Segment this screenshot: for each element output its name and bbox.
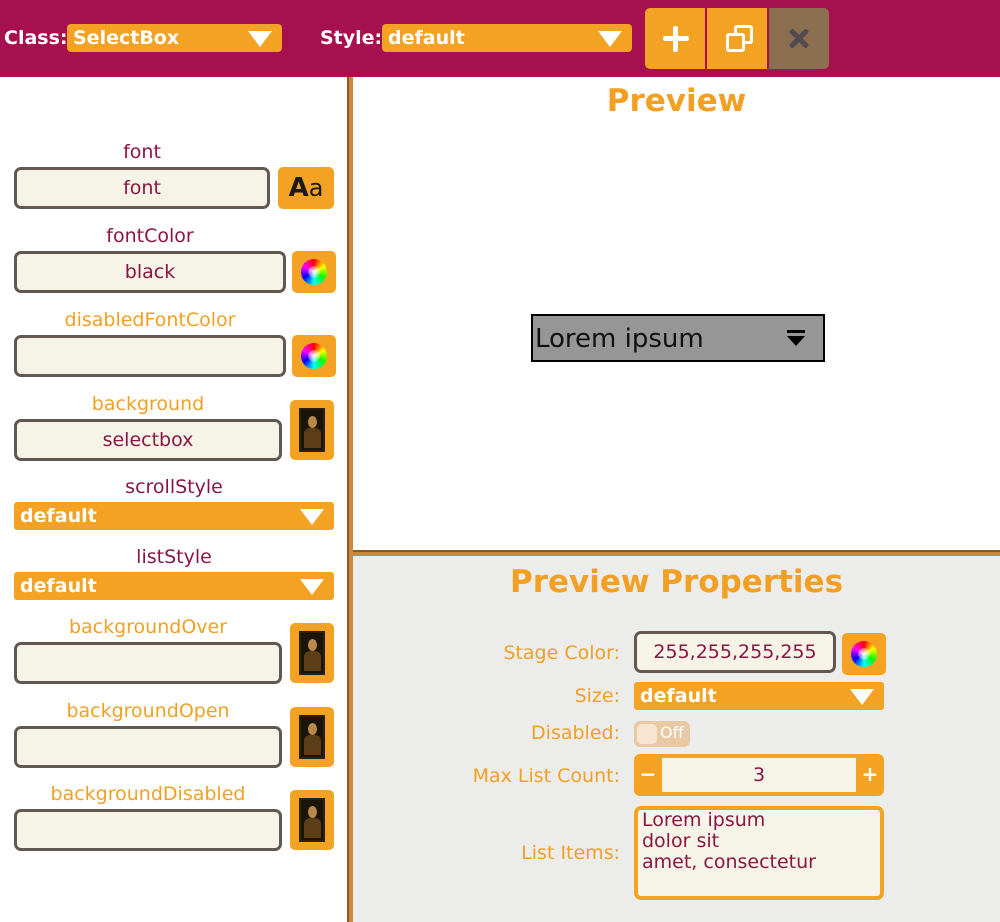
backgroundopen-drawable-button[interactable] [290, 707, 334, 767]
background-field[interactable]: selectbox [14, 419, 282, 461]
disabled-label: Disabled: [531, 722, 620, 744]
chevron-down-icon [300, 509, 324, 525]
backgrounddisabled-label: backgroundDisabled [50, 783, 246, 805]
delete-style-button[interactable] [769, 8, 829, 69]
size-dropdown-value: default [640, 685, 717, 707]
backgrounddisabled-field[interactable] [14, 809, 282, 851]
toolbar: Class: SelectBox Style: default [0, 0, 1000, 77]
preview-selectbox[interactable]: Lorem ipsum [531, 314, 825, 362]
max-list-count-value[interactable]: 3 [662, 758, 856, 792]
class-dropdown[interactable]: SelectBox [67, 24, 282, 52]
chevron-down-icon [300, 579, 324, 595]
scrollstyle-dropdown[interactable]: default [14, 502, 334, 530]
class-label: Class: [4, 27, 68, 49]
liststyle-dropdown[interactable]: default [14, 572, 334, 600]
style-dropdown-value: default [388, 27, 465, 49]
scrollstyle-dropdown-value: default [20, 505, 97, 527]
preview-area: Preview Lorem ipsum [353, 77, 1000, 552]
disabledfontcolor-label: disabledFontColor [64, 309, 236, 331]
drawable-picture-icon [299, 631, 325, 675]
preview-properties-title: Preview Properties [509, 564, 844, 600]
color-wheel-icon [851, 641, 877, 667]
size-dropdown[interactable]: default [634, 682, 884, 710]
drawable-picture-icon [299, 408, 325, 452]
color-wheel-icon [301, 343, 327, 369]
scrollstyle-label: scrollStyle [125, 476, 223, 498]
disabledfontcolor-field[interactable] [14, 335, 286, 377]
list-items-label: List Items: [521, 842, 620, 864]
preview-properties-panel: Preview Properties Stage Color: 255,255,… [353, 556, 1000, 922]
font-icon: Aa [288, 173, 324, 203]
new-style-button[interactable] [645, 8, 705, 69]
liststyle-label: listStyle [136, 546, 212, 568]
toggle-knob [637, 724, 657, 744]
drawable-picture-icon [299, 715, 325, 759]
backgroundopen-field[interactable] [14, 726, 282, 768]
background-label: background [91, 393, 205, 415]
style-properties-panel: font font Aa fontColor black disabledFon… [0, 77, 349, 922]
preview-selectbox-text: Lorem ipsum [535, 324, 704, 354]
backgrounddisabled-drawable-button[interactable] [290, 790, 334, 850]
stage-color-label: Stage Color: [503, 642, 620, 664]
list-item: amet, consectetur [642, 851, 816, 873]
decrement-button[interactable]: − [636, 758, 660, 792]
list-item: dolor sit [642, 830, 720, 852]
backgroundover-field[interactable] [14, 642, 282, 684]
disabled-toggle-state: Off [660, 723, 684, 742]
list-items-textarea[interactable]: Lorem ipsum dolor sit amet, consectetur [634, 806, 884, 900]
background-drawable-button[interactable] [290, 400, 334, 460]
list-item: Lorem ipsum [642, 809, 766, 831]
backgroundover-label: backgroundOver [68, 616, 228, 638]
chevron-down-icon [850, 689, 874, 705]
liststyle-dropdown-value: default [20, 575, 97, 597]
disabled-toggle[interactable]: Off [634, 721, 690, 747]
drawable-picture-icon [299, 798, 325, 842]
disabledfontcolor-picker-button[interactable] [292, 335, 336, 377]
stage-color-picker-button[interactable] [842, 633, 886, 675]
max-list-count-label: Max List Count: [472, 765, 620, 787]
backgroundover-drawable-button[interactable] [290, 623, 334, 683]
chevron-down-icon [248, 31, 272, 47]
stage-color-field[interactable]: 255,255,255,255 [634, 631, 836, 673]
duplicate-style-button[interactable] [707, 8, 767, 69]
fontcolor-field[interactable]: black [14, 251, 286, 293]
font-picker-button[interactable]: Aa [278, 167, 334, 209]
class-dropdown-value: SelectBox [73, 27, 180, 49]
style-dropdown[interactable]: default [382, 24, 632, 52]
chevron-down-icon [598, 31, 622, 47]
style-label: Style: [320, 27, 383, 49]
font-field[interactable]: font [14, 167, 270, 209]
color-wheel-icon [301, 259, 327, 285]
increment-button[interactable]: + [858, 758, 882, 792]
preview-title: Preview [606, 83, 747, 119]
backgroundopen-label: backgroundOpen [66, 700, 230, 722]
font-label: font [123, 141, 161, 163]
size-label: Size: [574, 685, 620, 707]
fontcolor-picker-button[interactable] [292, 251, 336, 293]
fontcolor-label: fontColor [106, 225, 194, 247]
max-list-count-stepper: − 3 + [634, 754, 884, 796]
